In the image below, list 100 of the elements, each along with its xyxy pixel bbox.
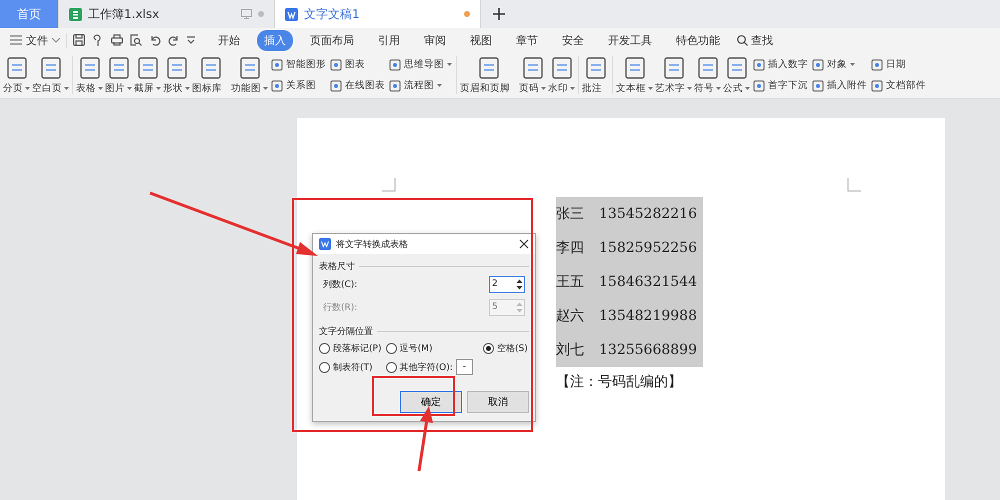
phone-number: 13548219988 [599, 307, 698, 326]
radio-button[interactable] [319, 343, 330, 354]
corner-mark-icon [847, 178, 861, 192]
field-label: 行数(R): [323, 302, 358, 314]
corner-mark-icon [382, 178, 396, 192]
ribbon-button[interactable]: 流程图 [389, 79, 452, 92]
ribbon-button[interactable]: 思维导图 [389, 58, 452, 71]
number-field[interactable]: 2 [489, 276, 525, 293]
input-field[interactable]: - [456, 359, 473, 375]
ribbon-button[interactable]: 图片 [104, 52, 133, 98]
ribbon-button[interactable]: 插入附件 [812, 79, 867, 92]
square-icon [753, 58, 765, 70]
ribbon-button[interactable]: 表格 [75, 52, 104, 98]
radio-label: 空格(S) [497, 342, 528, 355]
file-menu[interactable]: 文件 [10, 32, 67, 48]
name-text: 张三 [556, 205, 584, 224]
radio-label: 其他字符(O): [400, 362, 453, 374]
redo-icon[interactable] [168, 34, 180, 46]
square-icon [271, 80, 283, 92]
panel-icon [724, 56, 748, 80]
square-icon [271, 58, 283, 70]
search-icon [737, 34, 748, 46]
panel-icon [584, 56, 608, 80]
panel-icon [622, 56, 646, 80]
radio-button[interactable] [386, 343, 397, 354]
ribbon-button[interactable]: 智能图形 [271, 58, 326, 71]
square-icon [871, 58, 883, 70]
square-icon [871, 80, 883, 92]
ribbon-button[interactable]: 日期 [871, 58, 926, 71]
ribbon-button[interactable]: 图标库 [191, 52, 230, 98]
phone-number: 13545282216 [599, 205, 698, 224]
ribbon-button[interactable]: 页眉和页脚 [459, 52, 518, 98]
ribbon-button[interactable]: 文本框 [615, 52, 654, 98]
panel-icon [4, 56, 28, 80]
ribbon-button[interactable]: 符号 [693, 52, 722, 98]
name-text: 刘七 [556, 341, 584, 360]
square-icon [389, 80, 401, 92]
panel-icon [662, 56, 686, 80]
ribbon-button[interactable]: 页码 [518, 52, 547, 98]
app-logo-icon [319, 238, 331, 250]
dialog-button[interactable]: 确定 [400, 391, 462, 413]
menu-tab[interactable]: 开发工具 [601, 30, 659, 50]
dialog-button[interactable]: 取消 [467, 391, 529, 413]
ribbon-button[interactable]: 公式 [722, 52, 751, 98]
ribbon-button[interactable]: 批注 [581, 52, 610, 98]
dot-icon [258, 11, 264, 17]
name-text: 王五 [556, 273, 584, 292]
plus-icon[interactable] [493, 8, 505, 20]
preview-icon[interactable] [130, 34, 142, 46]
panel-icon [164, 56, 188, 80]
ribbon-button[interactable]: 对象 [812, 58, 867, 71]
menu-tab[interactable]: 特色功能 [669, 30, 727, 50]
monitor-icon [241, 9, 252, 19]
ribbon-button[interactable]: 关系图 [271, 79, 326, 92]
spin-arrows-icon [515, 277, 524, 292]
group-label: 文字分隔位置 [319, 326, 373, 338]
undo-icon[interactable] [149, 34, 161, 46]
ribbon-button[interactable]: 图表 [330, 58, 385, 71]
search-button[interactable]: 查找 [737, 32, 773, 48]
panel-icon [520, 56, 544, 80]
menu-tab[interactable]: 开始 [211, 30, 247, 50]
ribbon-button[interactable]: 在线图表 [330, 79, 385, 92]
menu-tab[interactable]: 引用 [371, 30, 407, 50]
radio-button[interactable] [386, 362, 397, 372]
panel-icon [38, 56, 62, 80]
panel-icon [476, 56, 500, 80]
ribbon-button[interactable]: 水印 [547, 52, 576, 98]
close-icon[interactable] [519, 239, 529, 249]
menu-tab[interactable]: 安全 [555, 30, 591, 50]
ribbon-button[interactable]: 截屏 [133, 52, 162, 98]
ribbon-button[interactable]: 艺术字 [654, 52, 693, 98]
menu-tab[interactable]: 视图 [463, 30, 499, 50]
radio-label: 制表符(T) [333, 362, 373, 374]
ribbon-button[interactable]: 功能图 [230, 52, 269, 98]
ribbon-button[interactable]: 首字下沉 [753, 79, 808, 92]
panel-icon [136, 56, 160, 80]
chevron-icon [52, 38, 60, 42]
ribbon-button[interactable]: 形状 [162, 52, 191, 98]
save-icon[interactable] [73, 34, 85, 46]
square-icon [812, 58, 824, 70]
menu-tab[interactable]: 审阅 [417, 30, 453, 50]
menu-icon [10, 35, 22, 45]
name-text: 李四 [556, 239, 584, 258]
ribbon-button[interactable]: 空白页 [31, 52, 70, 98]
radio-label: 段落标记(P) [333, 342, 382, 355]
menu-tab[interactable]: 章节 [509, 30, 545, 50]
panel-icon [696, 56, 720, 80]
ribbon-button[interactable]: 插入数字 [753, 58, 808, 71]
radio-button[interactable] [483, 343, 494, 354]
square-icon [330, 58, 342, 70]
spin-arrows-icon [515, 300, 524, 315]
dialog-title: 将文字转换成表格 [336, 238, 409, 250]
ribbon-button[interactable]: 文档部件 [871, 79, 926, 92]
tab[interactable]: 文字文稿1 [275, 0, 481, 28]
menu-tab[interactable]: 插入 [257, 30, 293, 50]
menu-tab[interactable]: 页面布局 [303, 30, 361, 50]
print-icon[interactable] [111, 34, 123, 46]
radio-label: 逗号(M) [400, 342, 432, 355]
ribbon-button[interactable]: 分页 [2, 52, 31, 98]
radio-button[interactable] [319, 362, 330, 372]
